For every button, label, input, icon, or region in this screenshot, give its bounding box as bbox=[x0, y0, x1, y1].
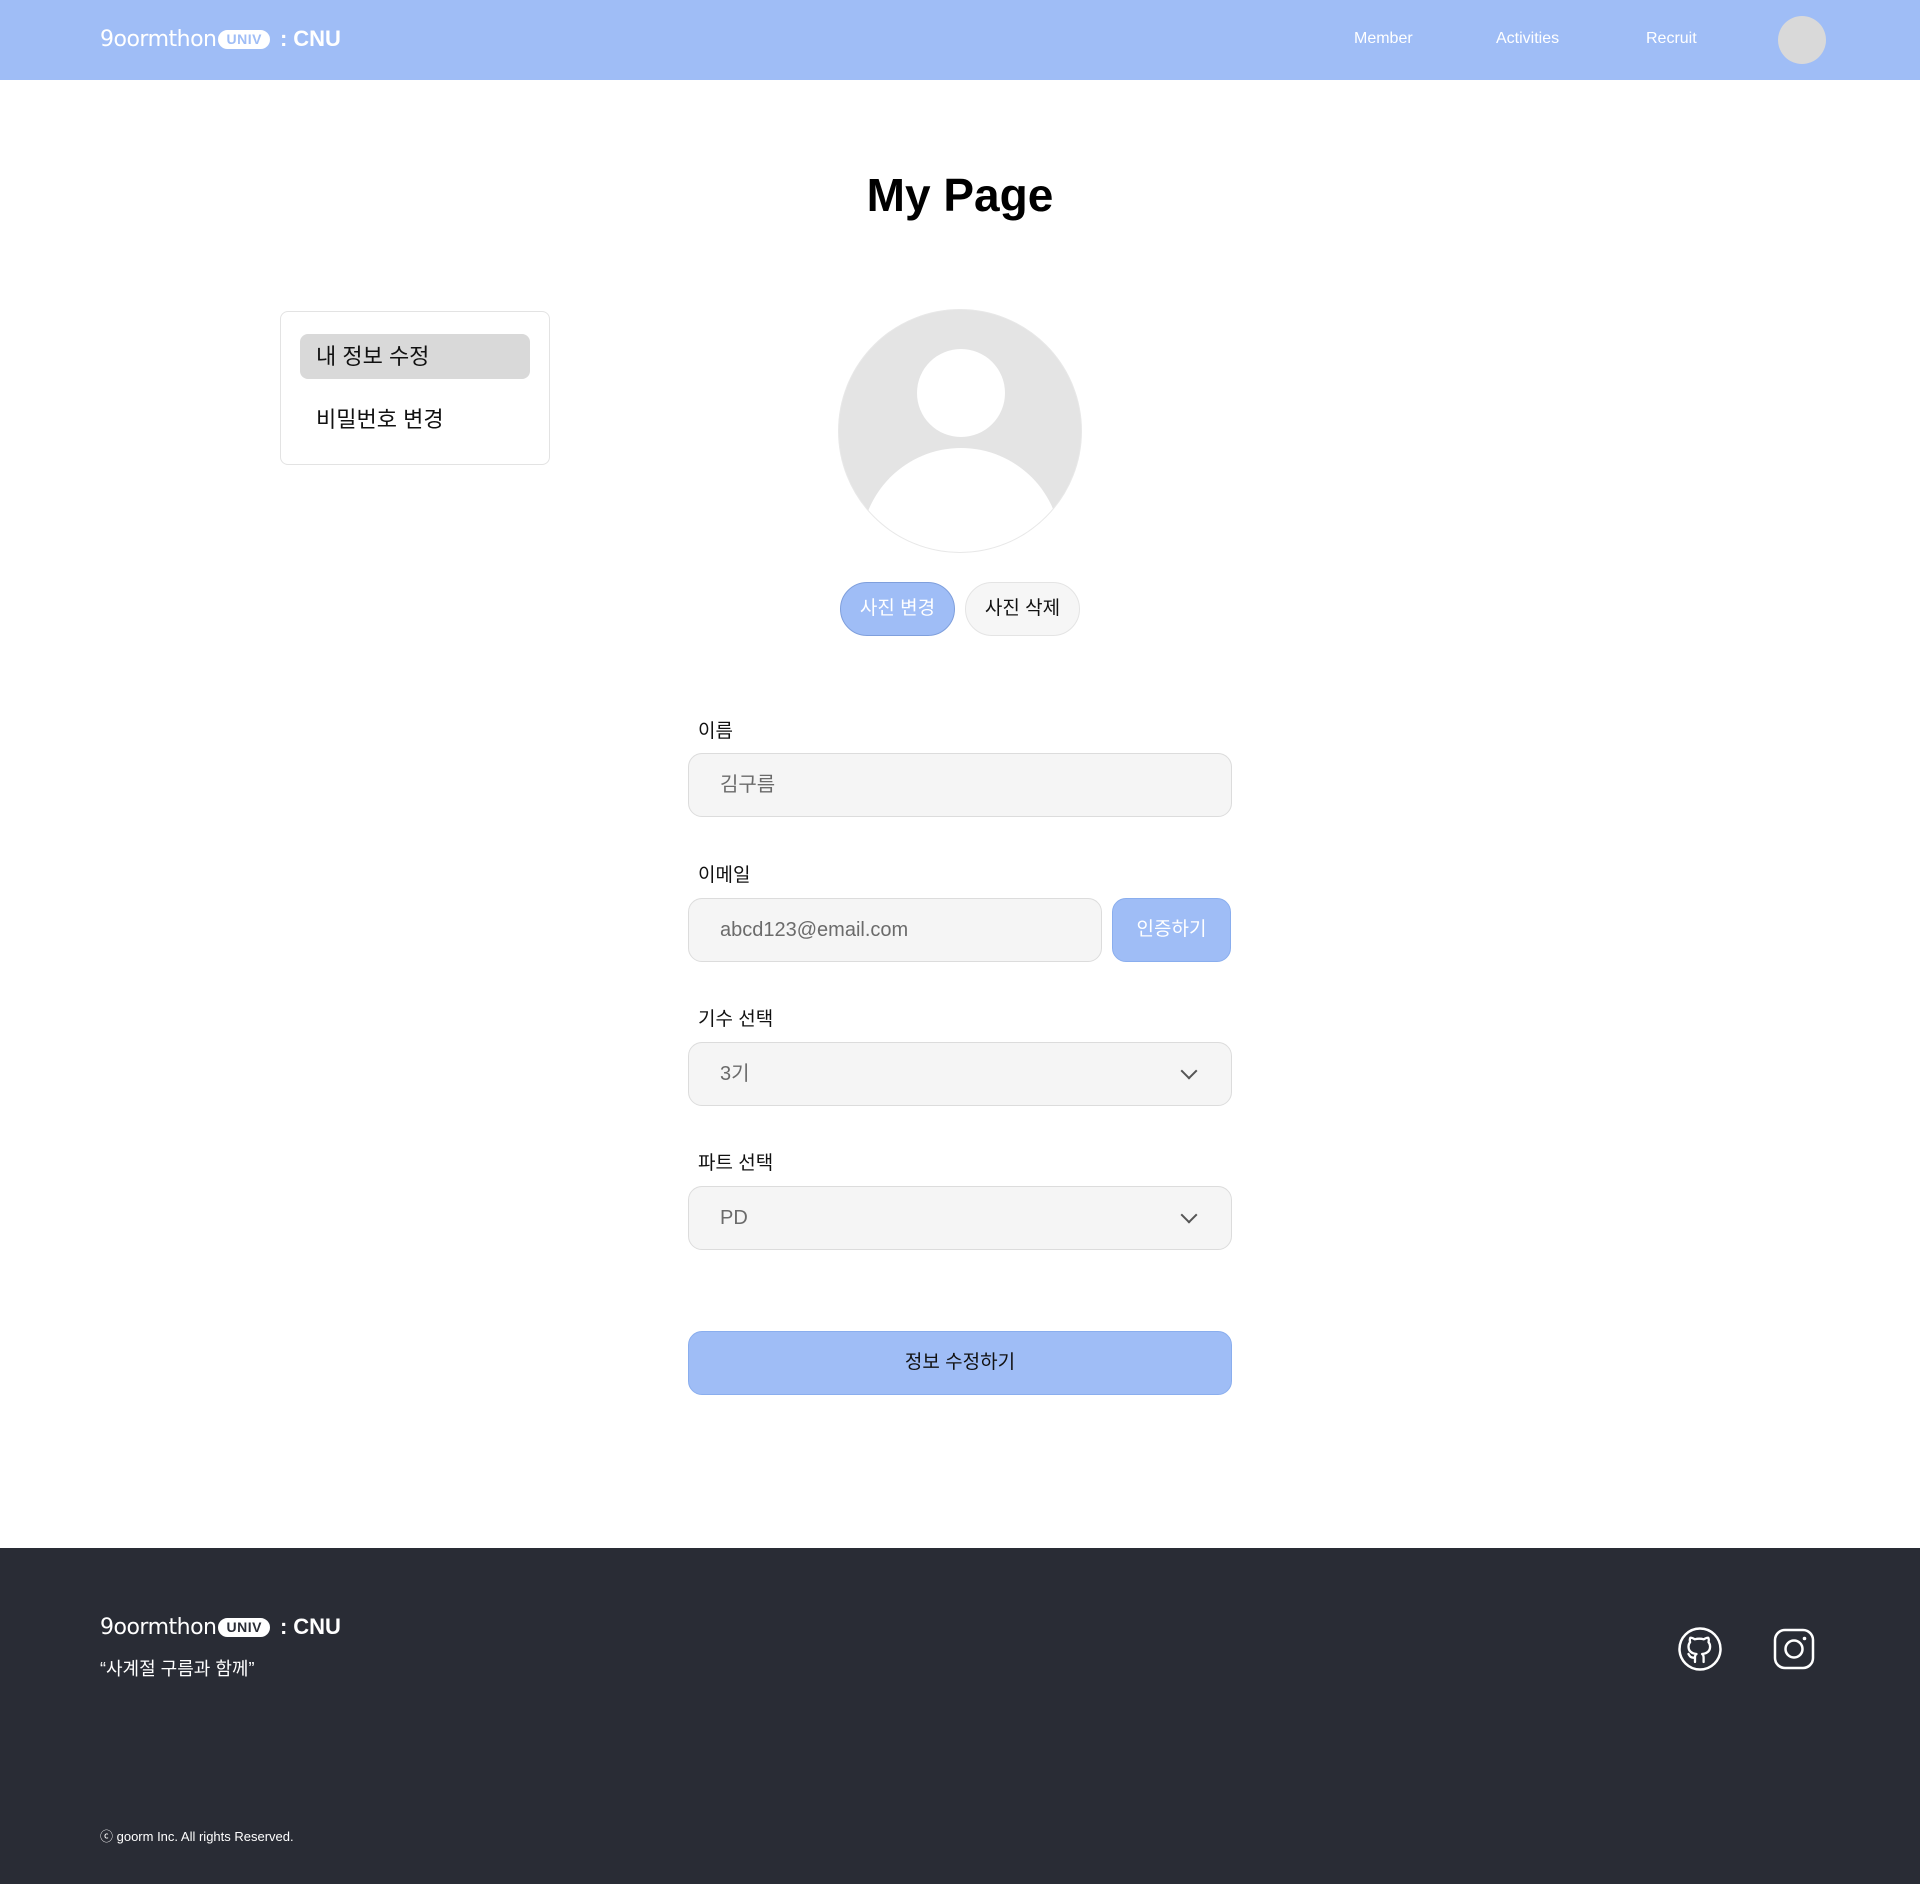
default-avatar-head bbox=[917, 349, 1005, 437]
submit-info-button[interactable]: 정보 수정하기 bbox=[688, 1331, 1232, 1395]
logo-brand: 9oormthon bbox=[100, 1614, 217, 1640]
delete-photo-button[interactable]: 사진 삭제 bbox=[965, 582, 1080, 636]
copyright-text: ⓒ goorm Inc. All rights Reserved. bbox=[100, 1829, 294, 1844]
nav-recruit-link[interactable]: Recruit bbox=[1646, 30, 1697, 48]
logo-school: CNU bbox=[293, 26, 341, 51]
logo-univ-badge: UNIV bbox=[218, 1617, 270, 1637]
chevron-down-icon bbox=[1180, 1062, 1198, 1080]
nav-member-link[interactable]: Member bbox=[1354, 30, 1413, 48]
logo-separator: : bbox=[279, 26, 288, 51]
generation-select[interactable]: 3기 bbox=[688, 1042, 1232, 1106]
logo-separator: : bbox=[279, 1614, 288, 1639]
logo-brand: 9oormthon bbox=[100, 26, 217, 52]
name-input[interactable]: 김구름 bbox=[688, 753, 1232, 817]
instagram-icon[interactable] bbox=[1771, 1626, 1817, 1672]
side-menu-item-change-password[interactable]: 비밀번호 변경 bbox=[300, 397, 530, 442]
email-input-value: abcd123@email.com bbox=[720, 919, 909, 941]
logo-univ-badge: UNIV bbox=[218, 29, 270, 49]
github-icon[interactable] bbox=[1677, 1626, 1723, 1672]
footer-slogan: “사계절 구름과 함께” bbox=[100, 1659, 255, 1679]
top-navbar: 9oormthon UNIV : CNU Member Activities R… bbox=[0, 0, 1920, 80]
header-logo[interactable]: 9oormthon UNIV : CNU bbox=[100, 26, 341, 52]
change-photo-button[interactable]: 사진 변경 bbox=[840, 582, 955, 636]
page-title: My Page bbox=[866, 169, 1054, 221]
profile-picture bbox=[838, 309, 1082, 553]
email-label: 이메일 bbox=[698, 865, 751, 886]
chevron-down-icon bbox=[1180, 1206, 1198, 1224]
part-select[interactable]: PD bbox=[688, 1186, 1232, 1250]
nav-activities-link[interactable]: Activities bbox=[1496, 30, 1559, 48]
side-menu-item-edit-info[interactable]: 내 정보 수정 bbox=[300, 334, 530, 379]
logo-school: CNU bbox=[293, 1614, 341, 1639]
part-select-value: PD bbox=[720, 1207, 748, 1229]
generation-select-value: 3기 bbox=[720, 1063, 750, 1085]
name-label: 이름 bbox=[698, 721, 733, 742]
footer: 9oormthon UNIV : CNU “사계절 구름과 함께” ⓒ goor… bbox=[0, 1548, 1920, 1884]
generation-label: 기수 선택 bbox=[698, 1009, 774, 1030]
name-input-value: 김구름 bbox=[720, 774, 776, 796]
side-menu: 내 정보 수정 비밀번호 변경 bbox=[280, 311, 550, 465]
verify-email-button[interactable]: 인증하기 bbox=[1112, 898, 1231, 962]
email-input[interactable]: abcd123@email.com bbox=[688, 898, 1102, 962]
user-avatar-button[interactable] bbox=[1778, 16, 1826, 64]
part-label: 파트 선택 bbox=[698, 1153, 774, 1174]
footer-logo: 9oormthon UNIV : CNU bbox=[100, 1614, 341, 1640]
default-avatar-body bbox=[861, 448, 1061, 552]
